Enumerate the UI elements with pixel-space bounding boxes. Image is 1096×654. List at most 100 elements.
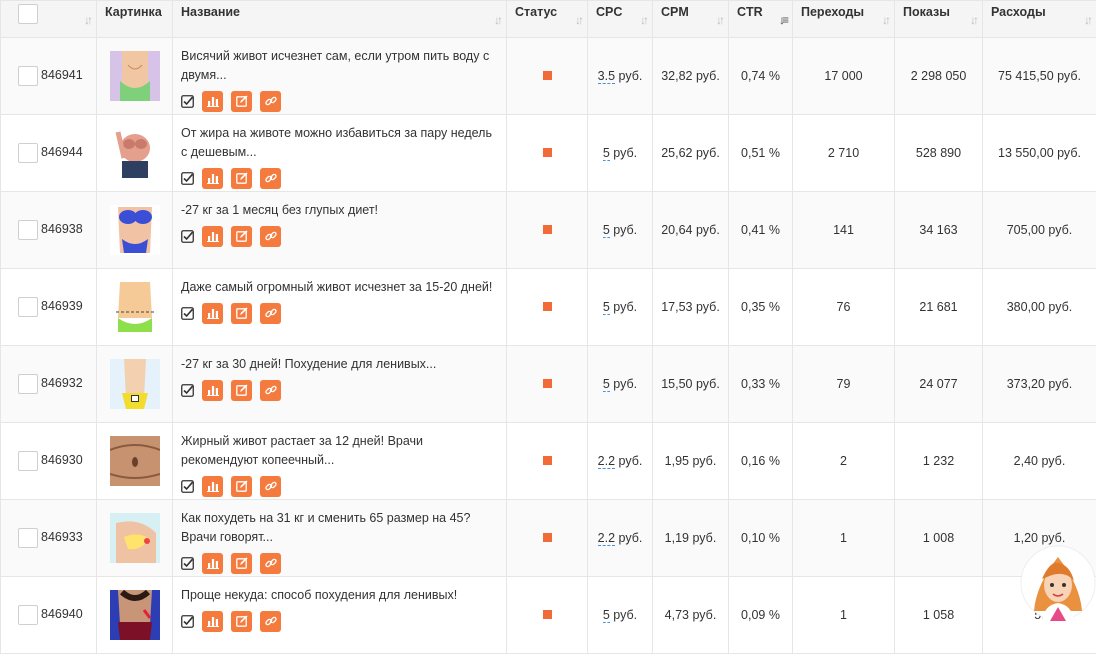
sort-arrows-icon[interactable]: ↓↑ xyxy=(882,13,888,27)
woman-back-thumbnail-icon[interactable] xyxy=(110,590,160,640)
blue-bikini-thumbnail-icon[interactable] xyxy=(110,205,160,255)
bar-chart-icon[interactable] xyxy=(202,303,223,324)
row-checkbox[interactable] xyxy=(18,66,38,86)
sort-arrows-icon[interactable]: ↓↑ xyxy=(575,13,581,27)
bar-chart-icon[interactable] xyxy=(202,476,223,497)
link-icon[interactable] xyxy=(260,611,281,632)
bar-chart-icon[interactable] xyxy=(202,91,223,112)
table-row[interactable]: 846932-27 кг за 30 дней! Похудение для л… xyxy=(1,346,1096,423)
sort-arrows-icon[interactable]: ↓↑ xyxy=(1084,13,1090,27)
edit-icon[interactable] xyxy=(231,226,252,247)
check-square-icon[interactable] xyxy=(181,480,194,493)
status-indicator[interactable] xyxy=(543,610,552,619)
sort-desc-icon[interactable]: ↓≡ xyxy=(779,13,786,27)
woman-torso-thumbnail-icon[interactable] xyxy=(110,128,160,178)
col-cpc[interactable]: CPC↓↑ xyxy=(588,1,653,38)
link-icon[interactable] xyxy=(260,91,281,112)
sort-arrows-icon[interactable]: ↓↑ xyxy=(494,13,500,27)
check-square-icon[interactable] xyxy=(181,230,194,243)
row-checkbox[interactable] xyxy=(18,374,38,394)
ad-title[interactable]: -27 кг за 1 месяц без глупых диет! xyxy=(181,201,500,220)
table-row[interactable]: 846941Висячий живот исчезнет сам, если у… xyxy=(1,38,1096,115)
cpc-value[interactable]: 3.5 xyxy=(598,69,615,84)
status-indicator[interactable] xyxy=(543,71,552,80)
slim-waist-thumbnail-icon[interactable] xyxy=(110,359,160,409)
cpc-value[interactable]: 5 xyxy=(603,608,610,623)
status-indicator[interactable] xyxy=(543,225,552,234)
row-checkbox[interactable] xyxy=(18,143,38,163)
cpc-value[interactable]: 5 xyxy=(603,300,610,315)
table-row[interactable]: 846933Как похудеть на 31 кг и сменить 65… xyxy=(1,500,1096,577)
sort-arrows-icon[interactable]: ↓↑ xyxy=(640,13,646,27)
impressions-value: 2 298 050 xyxy=(895,38,983,115)
link-icon[interactable] xyxy=(260,168,281,189)
edit-icon[interactable] xyxy=(231,611,252,632)
row-checkbox[interactable] xyxy=(18,528,38,548)
col-impressions[interactable]: Показы↓↑ xyxy=(895,1,983,38)
bar-chart-icon[interactable] xyxy=(202,611,223,632)
hip-thumbnail-icon[interactable] xyxy=(110,513,160,563)
edit-icon[interactable] xyxy=(231,168,252,189)
edit-icon[interactable] xyxy=(231,380,252,401)
check-square-icon[interactable] xyxy=(181,557,194,570)
check-square-icon[interactable] xyxy=(181,384,194,397)
col-spend[interactable]: Расходы↓↑ xyxy=(983,1,1096,38)
table-row[interactable]: 846944От жира на животе можно избавиться… xyxy=(1,115,1096,192)
link-icon[interactable] xyxy=(260,553,281,574)
ad-title[interactable]: Висячий живот исчезнет сам, если утром п… xyxy=(181,47,500,85)
check-square-icon[interactable] xyxy=(181,307,194,320)
ad-title[interactable]: -27 кг за 30 дней! Похудение для ленивых… xyxy=(181,355,500,374)
belly-waist-thumbnail-icon[interactable] xyxy=(110,51,160,101)
measured-belly-thumbnail-icon[interactable] xyxy=(110,282,160,332)
support-avatar-icon[interactable] xyxy=(1020,545,1096,621)
table-row[interactable]: 846930Жирный живот растает за 12 дней! В… xyxy=(1,423,1096,500)
status-indicator[interactable] xyxy=(543,533,552,542)
row-checkbox[interactable] xyxy=(18,297,38,317)
row-checkbox[interactable] xyxy=(18,605,38,625)
cpc-value[interactable]: 2.2 xyxy=(598,531,615,546)
sort-arrows-icon[interactable]: ↓↑ xyxy=(716,13,722,27)
col-cpm[interactable]: CPM↓↑ xyxy=(653,1,729,38)
ad-title[interactable]: От жира на животе можно избавиться за па… xyxy=(181,124,500,162)
belly-closeup-thumbnail-icon[interactable] xyxy=(110,436,160,486)
sort-arrows-icon[interactable]: ↓↑ xyxy=(84,13,90,27)
row-checkbox[interactable] xyxy=(18,451,38,471)
check-square-icon[interactable] xyxy=(181,172,194,185)
bar-chart-icon[interactable] xyxy=(202,168,223,189)
bar-chart-icon[interactable] xyxy=(202,380,223,401)
ad-title[interactable]: Проще некуда: способ похудения для ленив… xyxy=(181,586,500,605)
ad-title[interactable]: Как похудеть на 31 кг и сменить 65 разме… xyxy=(181,509,500,547)
ad-title[interactable]: Даже самый огромный живот исчезнет за 15… xyxy=(181,278,500,297)
status-indicator[interactable] xyxy=(543,148,552,157)
edit-icon[interactable] xyxy=(231,303,252,324)
cpc-value[interactable]: 5 xyxy=(603,377,610,392)
check-square-icon[interactable] xyxy=(181,615,194,628)
edit-icon[interactable] xyxy=(231,476,252,497)
select-all-checkbox[interactable] xyxy=(18,4,38,24)
check-square-icon[interactable] xyxy=(181,95,194,108)
link-icon[interactable] xyxy=(260,303,281,324)
col-clicks[interactable]: Переходы↓↑ xyxy=(793,1,895,38)
table-row[interactable]: 846939Даже самый огромный живот исчезнет… xyxy=(1,269,1096,346)
col-ctr[interactable]: CTR↓≡ xyxy=(729,1,793,38)
row-checkbox[interactable] xyxy=(18,220,38,240)
bar-chart-icon[interactable] xyxy=(202,226,223,247)
cpc-value[interactable]: 2.2 xyxy=(598,454,615,469)
link-icon[interactable] xyxy=(260,380,281,401)
bar-chart-icon[interactable] xyxy=(202,553,223,574)
edit-icon[interactable] xyxy=(231,91,252,112)
status-indicator[interactable] xyxy=(543,379,552,388)
table-row[interactable]: 846938-27 кг за 1 месяц без глупых диет!… xyxy=(1,192,1096,269)
table-row[interactable]: 846940Проще некуда: способ похудения для… xyxy=(1,577,1096,654)
cpc-value[interactable]: 5 xyxy=(603,146,610,161)
ad-title[interactable]: Жирный живот растает за 12 дней! Врачи р… xyxy=(181,432,500,470)
link-icon[interactable] xyxy=(260,226,281,247)
edit-icon[interactable] xyxy=(231,553,252,574)
sort-arrows-icon[interactable]: ↓↑ xyxy=(970,13,976,27)
col-status[interactable]: Статус↓↑ xyxy=(507,1,588,38)
status-indicator[interactable] xyxy=(543,456,552,465)
link-icon[interactable] xyxy=(260,476,281,497)
status-indicator[interactable] xyxy=(543,302,552,311)
cpc-value[interactable]: 5 xyxy=(603,223,610,238)
col-name[interactable]: Название↓↑ xyxy=(173,1,507,38)
